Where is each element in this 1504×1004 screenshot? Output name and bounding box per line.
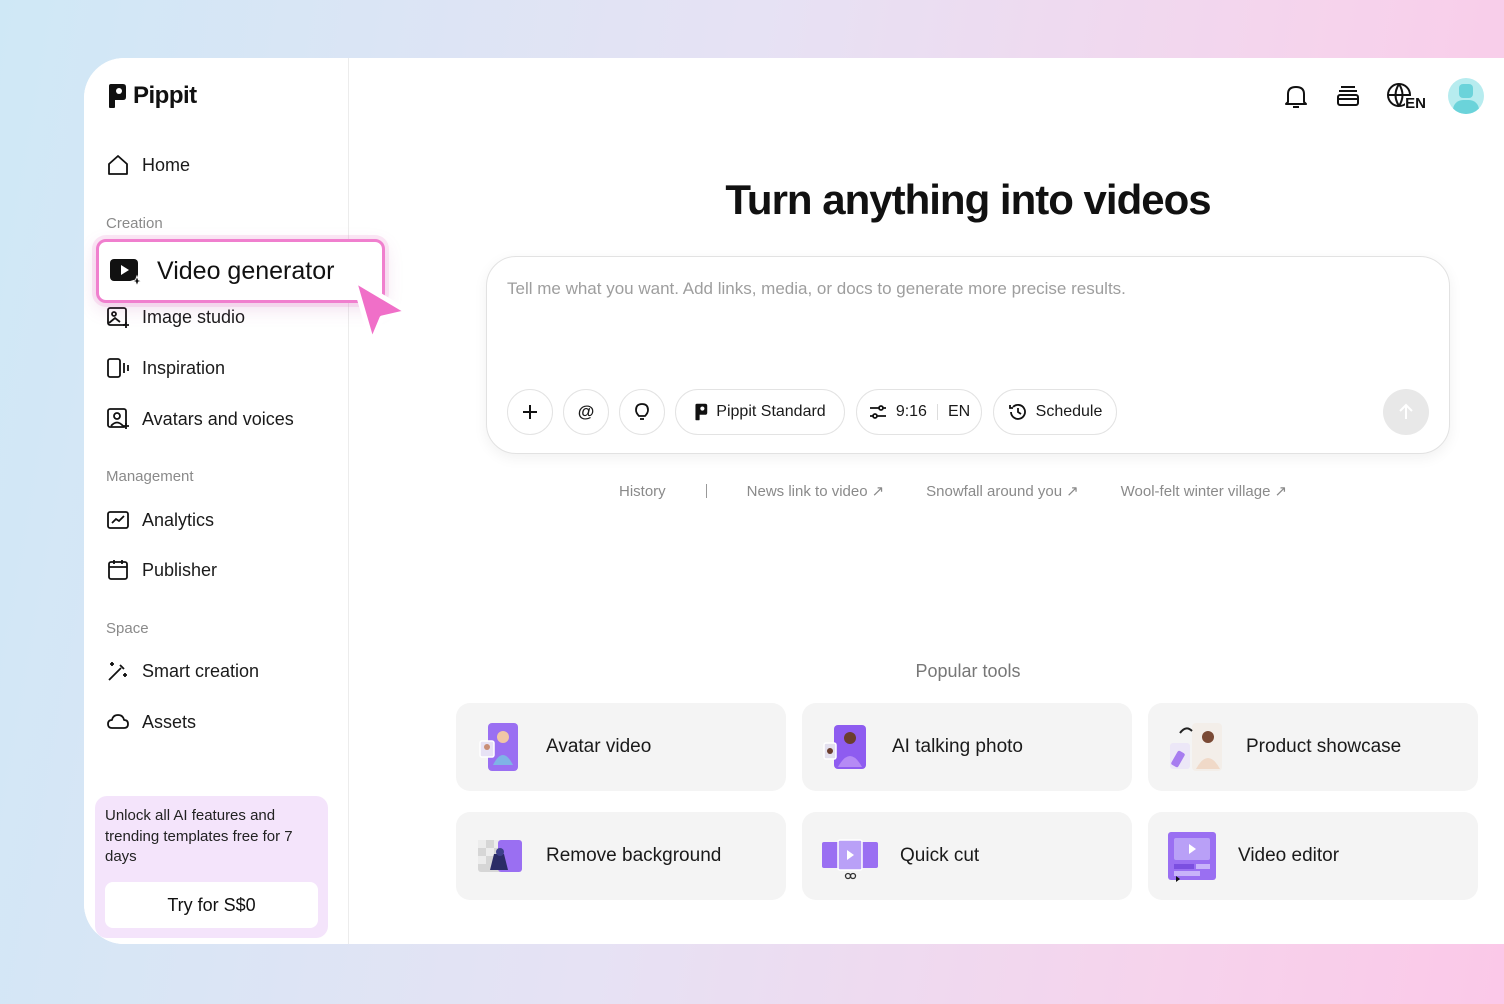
lightbulb-icon (635, 403, 649, 420)
tool-card-video-editor[interactable]: Video editor (1148, 812, 1478, 900)
mention-button[interactable]: @ (563, 389, 609, 435)
suggestion-chip[interactable]: Snowfall around you ↗ (926, 482, 1079, 501)
sidebar-item-image-studio[interactable]: Image studio (106, 302, 245, 332)
arrow-up-right-icon: ↗ (1066, 483, 1079, 500)
divider (705, 484, 707, 498)
sidebar-item-assets[interactable]: Assets (106, 707, 196, 737)
suggestion-label: Wool-felt winter village (1120, 482, 1271, 500)
avatar-video-thumbnail-icon (479, 723, 518, 771)
tool-label: Product showcase (1246, 736, 1402, 757)
language-label: EN (1405, 95, 1426, 112)
promo-card: Unlock all AI features and trending temp… (95, 796, 328, 938)
remove-background-thumbnail-icon (478, 840, 522, 872)
prompt-composer: @ Pippit Standard 9:16 EN Schedule (486, 256, 1450, 454)
sidebar-item-video-generator[interactable]: Video generator (96, 239, 385, 303)
sidebar-item-label: Inspiration (142, 357, 226, 378)
product-showcase-thumbnail-icon (1170, 723, 1222, 771)
analytics-icon (107, 511, 129, 529)
history-link[interactable]: History (619, 483, 666, 500)
prompt-input[interactable] (507, 279, 1407, 299)
avatar-icon (107, 408, 129, 429)
sidebar-item-home[interactable]: Home (106, 150, 190, 180)
topbar: EN (1281, 78, 1484, 114)
try-free-button[interactable]: Try for S$0 (105, 882, 318, 928)
bell-icon[interactable] (1281, 81, 1311, 111)
plus-icon (523, 405, 537, 419)
image-studio-icon (107, 307, 129, 328)
page-title: Turn anything into videos (725, 176, 1211, 223)
pointer-cursor-icon (351, 277, 411, 345)
sidebar-item-avatars-voices[interactable]: Avatars and voices (106, 404, 294, 434)
sidebar-item-label: Smart creation (142, 660, 260, 681)
sidebar-item-label: Assets (142, 711, 197, 732)
sidebar-item-label: Home (142, 154, 191, 175)
brand-logo[interactable]: Pippit (107, 82, 197, 110)
sidebar-item-inspiration[interactable]: Inspiration (106, 353, 225, 383)
model-label: Pippit Standard (716, 403, 826, 420)
send-button[interactable] (1383, 389, 1429, 435)
tool-label: Avatar video (546, 736, 652, 757)
promo-text: Unlock all AI features and trending temp… (105, 807, 293, 865)
suggestion-chip[interactable]: News link to video ↗ (746, 482, 885, 501)
sidebar-item-label: Avatars and voices (142, 408, 294, 429)
suggestion-label: Snowfall around you (926, 482, 1063, 500)
tool-card-product-showcase[interactable]: Product showcase (1148, 703, 1478, 791)
aspect-ratio-label: 9:16 (895, 403, 927, 420)
section-label-creation: Creation (106, 215, 163, 232)
talking-photo-thumbnail-icon (823, 725, 866, 769)
sidebar-item-smart-creation[interactable]: Smart creation (106, 656, 259, 686)
magic-wand-icon (108, 662, 127, 681)
arrow-up-right-icon: ↗ (871, 483, 885, 500)
at-sign-icon: @ (577, 402, 595, 421)
model-selector-button[interactable]: Pippit Standard (675, 389, 845, 435)
sidebar-item-label: Analytics (142, 509, 215, 530)
sidebar-item-label: Image studio (142, 306, 246, 327)
sidebar-item-label: Publisher (142, 559, 218, 580)
language-switcher[interactable]: EN (1385, 81, 1426, 111)
suggestion-chip[interactable]: Wool-felt winter village ↗ (1120, 482, 1288, 501)
popular-tools-heading: Popular tools (915, 661, 1021, 681)
ideas-button[interactable] (619, 389, 665, 435)
quick-cut-thumbnail-icon (822, 839, 878, 880)
tool-label: AI talking photo (892, 736, 1023, 757)
inspiration-icon (107, 358, 129, 378)
add-attachment-button[interactable] (507, 389, 553, 435)
settings-selector-button[interactable]: 9:16 EN (856, 389, 982, 435)
tool-card-quick-cut[interactable]: Quick cut (802, 812, 1132, 900)
app-window: Pippit Home Creation Image studio Inspir… (84, 58, 1504, 944)
suggestion-row: History News link to video ↗ Snowfall ar… (619, 482, 1288, 501)
arrow-up-right-icon: ↗ (1274, 483, 1288, 500)
sidebar-item-analytics[interactable]: Analytics (106, 505, 214, 535)
pippit-logo-icon (695, 403, 708, 421)
user-avatar[interactable] (1448, 78, 1484, 114)
pippit-logo-icon (109, 84, 126, 108)
home-icon (108, 155, 128, 175)
subscription-stack-icon[interactable] (1333, 81, 1363, 111)
tool-card-avatar-video[interactable]: Avatar video (456, 703, 786, 791)
tool-card-ai-talking-photo[interactable]: AI talking photo (802, 703, 1132, 791)
cloud-icon (107, 714, 129, 729)
section-label-space: Space (106, 620, 149, 637)
schedule-button[interactable]: Schedule (993, 389, 1117, 435)
brand-name: Pippit (133, 82, 197, 109)
tool-card-remove-background[interactable]: Remove background (456, 812, 786, 900)
video-editor-thumbnail-icon (1168, 832, 1216, 882)
schedule-icon (1008, 404, 1026, 420)
tool-label: Video editor (1238, 845, 1340, 866)
arrow-up-icon (1399, 403, 1413, 419)
suggestion-label: News link to video (746, 482, 868, 500)
tool-label: Quick cut (900, 845, 980, 866)
schedule-label: Schedule (1035, 403, 1103, 420)
sidebar-item-label: Video generator (157, 256, 335, 285)
language-label: EN (947, 403, 971, 420)
video-generator-icon (110, 259, 143, 286)
sliders-icon (869, 405, 886, 419)
calendar-icon (108, 560, 128, 580)
tool-label: Remove background (546, 845, 722, 866)
section-label-management: Management (106, 468, 194, 485)
sidebar: Pippit Home Creation Image studio Inspir… (84, 58, 349, 944)
divider (936, 404, 938, 420)
sidebar-item-publisher[interactable]: Publisher (106, 555, 217, 585)
